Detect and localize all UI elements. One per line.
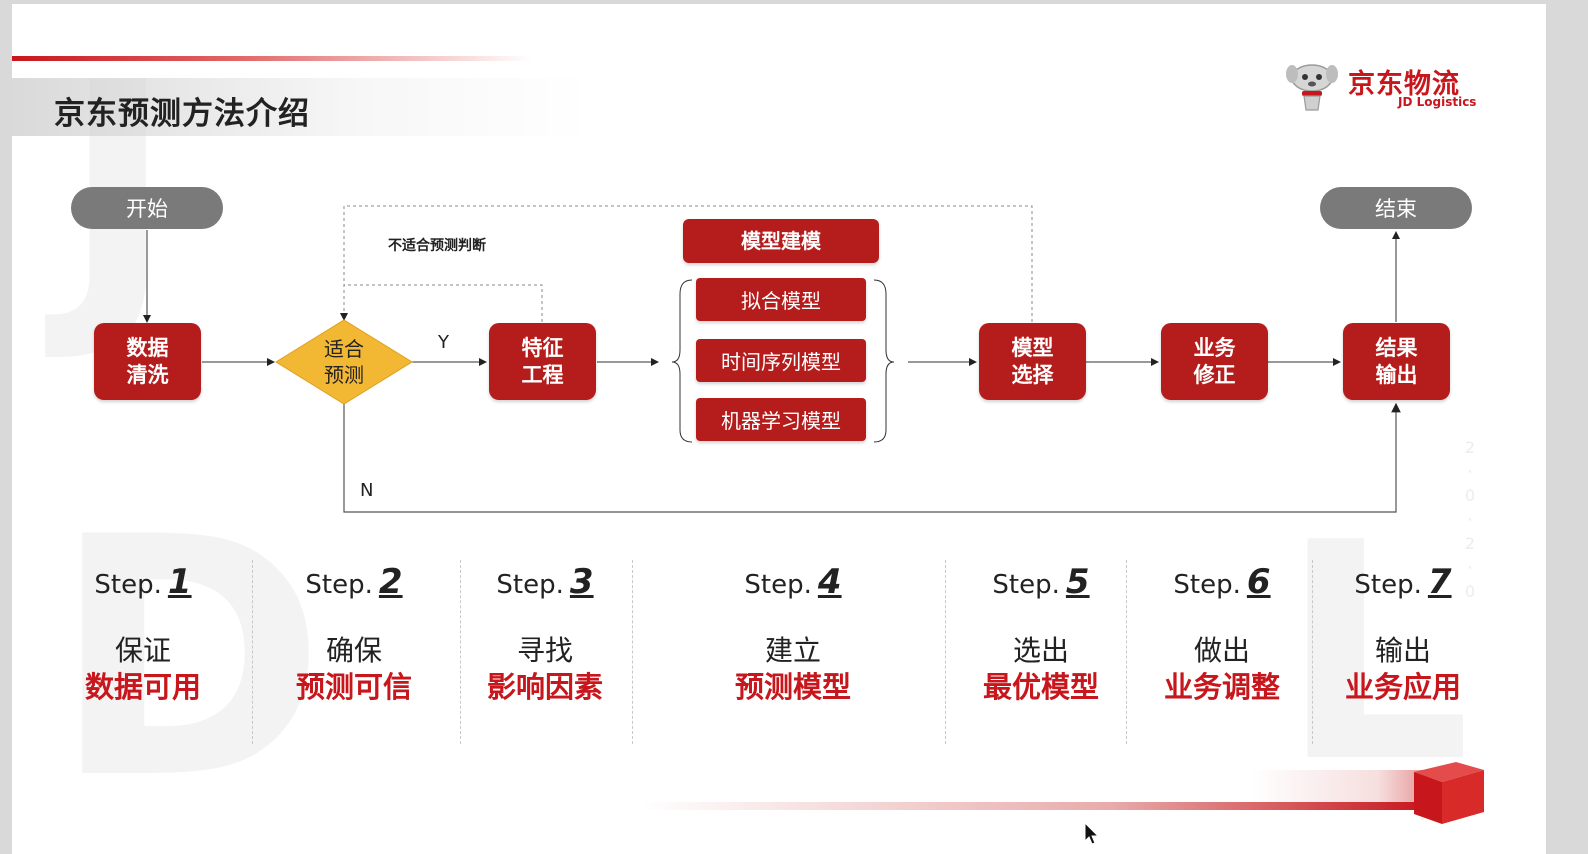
start-node: 开始 <box>71 187 223 229</box>
bottom-gradient-glow <box>1252 770 1432 802</box>
step-4-number: 4 <box>817 562 842 602</box>
step-1-goal: 数据可用 <box>84 670 201 704</box>
step-1-verb: 保证 <box>114 634 171 667</box>
mouse-cursor-icon <box>1084 822 1100 845</box>
models-brace-left <box>671 279 693 443</box>
step-2-goal: 预测可信 <box>295 670 412 704</box>
model-select-node: 模型 选择 <box>979 323 1086 400</box>
ml-model-box: 机器学习模型 <box>696 398 866 441</box>
step-7-number: 7 <box>1427 562 1452 602</box>
step-5: Step. 5 选出 最优模型 <box>946 562 1136 706</box>
business-adjust-node: 业务 修正 <box>1161 323 1268 400</box>
step-6-verb: 做出 <box>1193 634 1250 667</box>
step-5-goal: 最优模型 <box>982 670 1099 704</box>
step-3-heading: Step. 3 <box>450 562 640 612</box>
step-7-verb: 输出 <box>1374 634 1431 667</box>
step-2-label: Step. <box>305 570 373 600</box>
slide: J D L 京东预测方法介绍 京东物流 JD Logistics <box>12 4 1546 854</box>
step-2-heading: Step. 2 <box>259 562 449 612</box>
time-series-model-box: 时间序列模型 <box>696 339 866 382</box>
step-5-label: Step. <box>992 570 1060 600</box>
step-3-number: 3 <box>569 562 594 602</box>
step-1-label: Step. <box>94 570 162 600</box>
dashed-feature-feedback <box>340 284 543 322</box>
step-1: Step. 1 保证 数据可用 <box>48 562 238 706</box>
step-5-number: 5 <box>1065 562 1090 602</box>
fit-model-box: 拟合模型 <box>696 278 866 321</box>
step-1-heading: Step. 1 <box>48 562 238 612</box>
data-clean-node: 数据 清洗 <box>94 323 201 400</box>
feature-engineering-node: 特征 工程 <box>489 323 596 400</box>
unsuitable-note: 不适合预测判断 <box>388 238 486 254</box>
step-4-goal: 预测模型 <box>734 670 851 704</box>
modeling-header: 模型建模 <box>683 219 879 263</box>
decision-no-label: N <box>360 480 374 501</box>
vertical-year-decoration: 2 · 0 · 2 · 0 <box>1464 438 1476 601</box>
step-4-verb: 建立 <box>764 634 821 667</box>
step-5-heading: Step. 5 <box>946 562 1136 612</box>
models-brace-right <box>873 279 895 443</box>
step-1-number: 1 <box>167 562 192 602</box>
step-6-label: Step. <box>1173 570 1241 600</box>
step-6-number: 6 <box>1246 562 1271 602</box>
arrow-no-path <box>343 400 1401 513</box>
decision-yes-label: Y <box>438 332 449 353</box>
step-6-goal: 业务调整 <box>1163 670 1280 704</box>
step-3: Step. 3 寻找 影响因素 <box>450 562 640 706</box>
step-3-label: Step. <box>496 570 564 600</box>
step-2-verb: 确保 <box>325 634 382 667</box>
step-2-number: 2 <box>378 562 403 602</box>
step-4-label: Step. <box>744 570 812 600</box>
step-7-label: Step. <box>1354 570 1422 600</box>
decision-label: 适合 预测 <box>324 337 364 387</box>
step-6-heading: Step. 6 <box>1127 562 1317 612</box>
step-3-goal: 影响因素 <box>486 670 603 704</box>
step-2: Step. 2 确保 预测可信 <box>259 562 449 706</box>
result-output-node: 结果 输出 <box>1343 323 1450 400</box>
step-divider <box>632 560 633 744</box>
step-divider <box>252 560 253 744</box>
bottom-gradient-bar <box>642 802 1427 810</box>
step-3-verb: 寻找 <box>516 634 573 667</box>
step-7-goal: 业务应用 <box>1344 670 1461 704</box>
end-node: 结束 <box>1320 187 1472 229</box>
red-cube-icon <box>1414 762 1484 824</box>
step-6: Step. 6 做出 业务调整 <box>1127 562 1317 706</box>
step-4-heading: Step. 4 <box>698 562 888 612</box>
step-5-verb: 选出 <box>1012 634 1069 667</box>
step-4: Step. 4 建立 预测模型 <box>698 562 888 706</box>
